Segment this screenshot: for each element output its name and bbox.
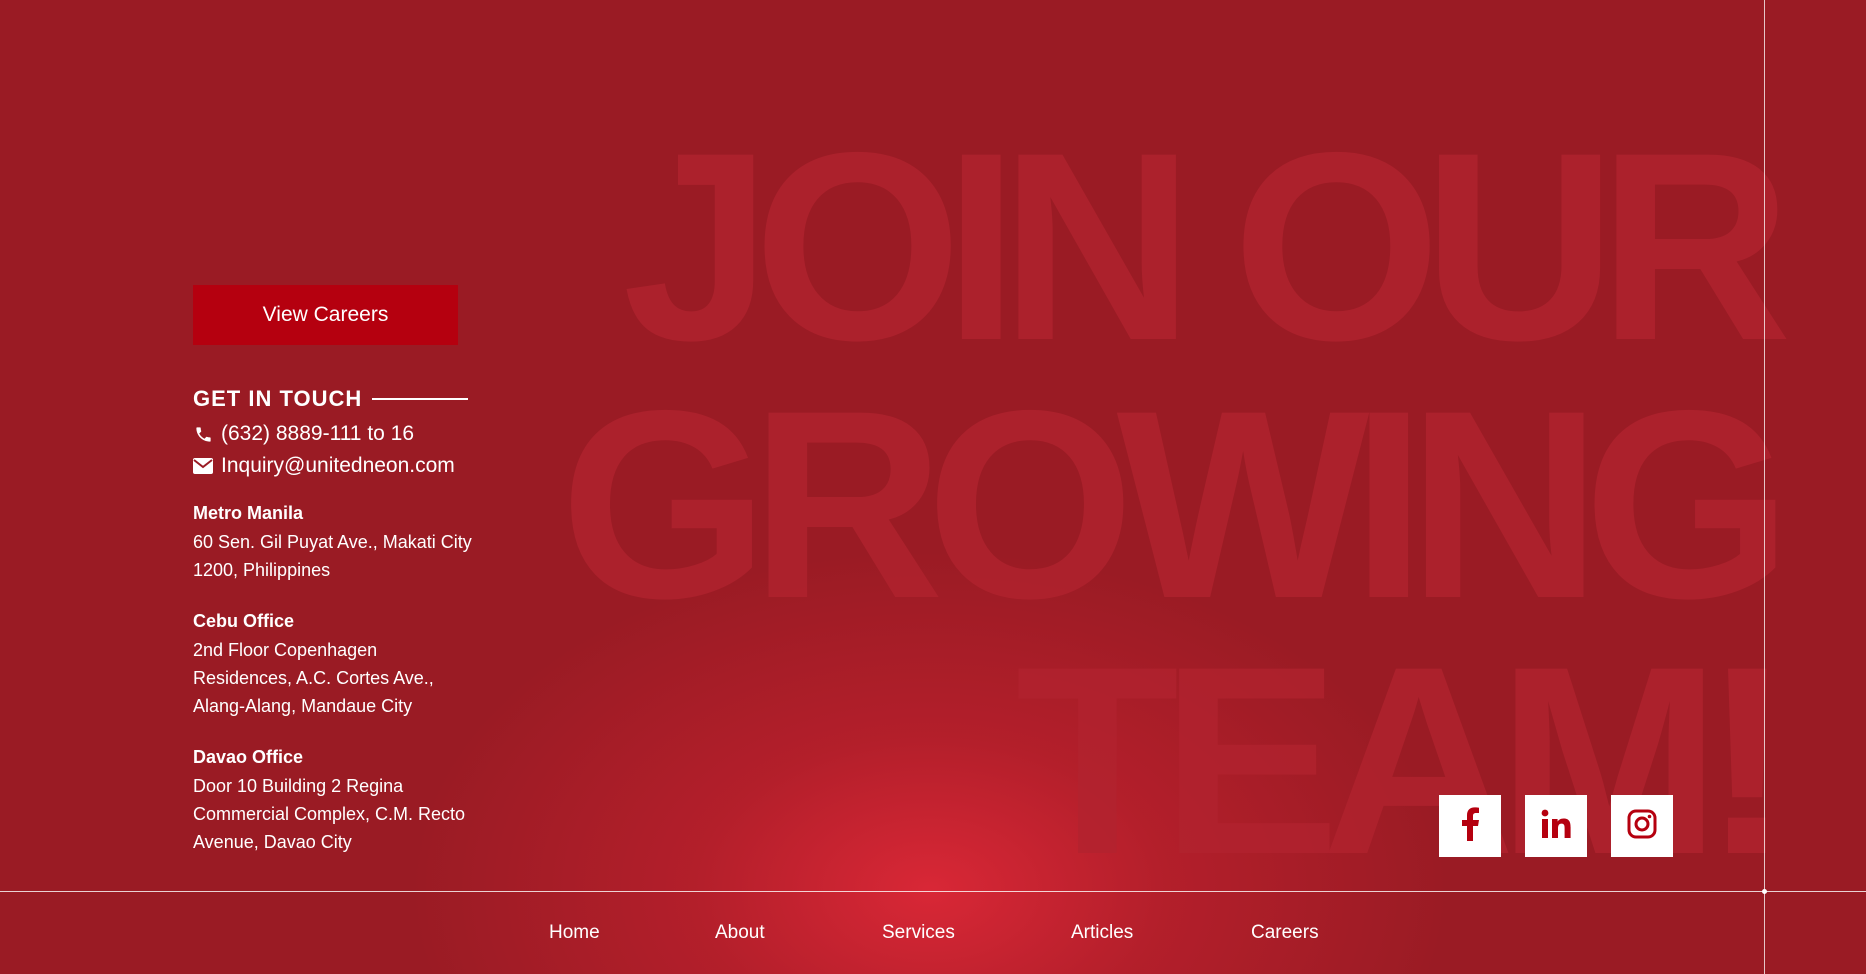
hero-watermark-line-1: JOIN OUR [622,96,1792,396]
office-address: Door 10 Building 2 Regina Commercial Com… [193,776,466,852]
footer-nav-about[interactable]: About [715,922,765,944]
phone-number: (632) 8889-111 to 16 [221,422,415,445]
office-name: Cebu Office [193,611,295,631]
footer-nav-services[interactable]: Services [882,922,955,944]
get-in-touch-label: GET IN TOUCH [193,386,363,411]
footer-divider [0,891,1866,892]
heading-rule [372,398,469,400]
footer-nav-careers[interactable]: Careers [1251,922,1319,944]
linkedin-button[interactable] [1525,795,1587,857]
facebook-icon [1460,806,1480,846]
office-address: 60 Sen. Gil Puyat Ave., Makati City 1200… [193,532,472,580]
office-name: Davao Office [193,747,304,767]
linkedin-icon [1541,809,1571,844]
envelope-icon [193,456,213,476]
email-address: Inquiry@unitedneon.com [221,454,455,477]
vertical-divider [1764,0,1765,974]
footer-nav-articles[interactable]: Articles [1071,922,1133,944]
instagram-icon [1627,809,1657,844]
office-address: 2nd Floor Copenhagen Residences, A.C. Co… [193,640,434,716]
office-cebu: Cebu Office 2nd Floor Copenhagen Residen… [193,611,493,720]
facebook-button[interactable] [1439,795,1501,857]
contact-phone[interactable]: (632) 8889-111 to 16 [193,422,414,446]
get-in-touch-heading: GET IN TOUCH [193,386,469,412]
divider-intersection-dot [1762,889,1767,894]
office-metro-manila: Metro Manila 60 Sen. Gil Puyat Ave., Mak… [193,503,493,584]
instagram-button[interactable] [1611,795,1673,857]
office-name: Metro Manila [193,503,304,523]
phone-icon [193,424,213,444]
view-careers-button[interactable]: View Careers [193,285,458,345]
footer-nav-home[interactable]: Home [549,922,600,944]
contact-email[interactable]: Inquiry@unitedneon.com [193,454,455,478]
hero-watermark-line-2: GROWING [560,354,1792,654]
office-davao: Davao Office Door 10 Building 2 Regina C… [193,747,493,856]
